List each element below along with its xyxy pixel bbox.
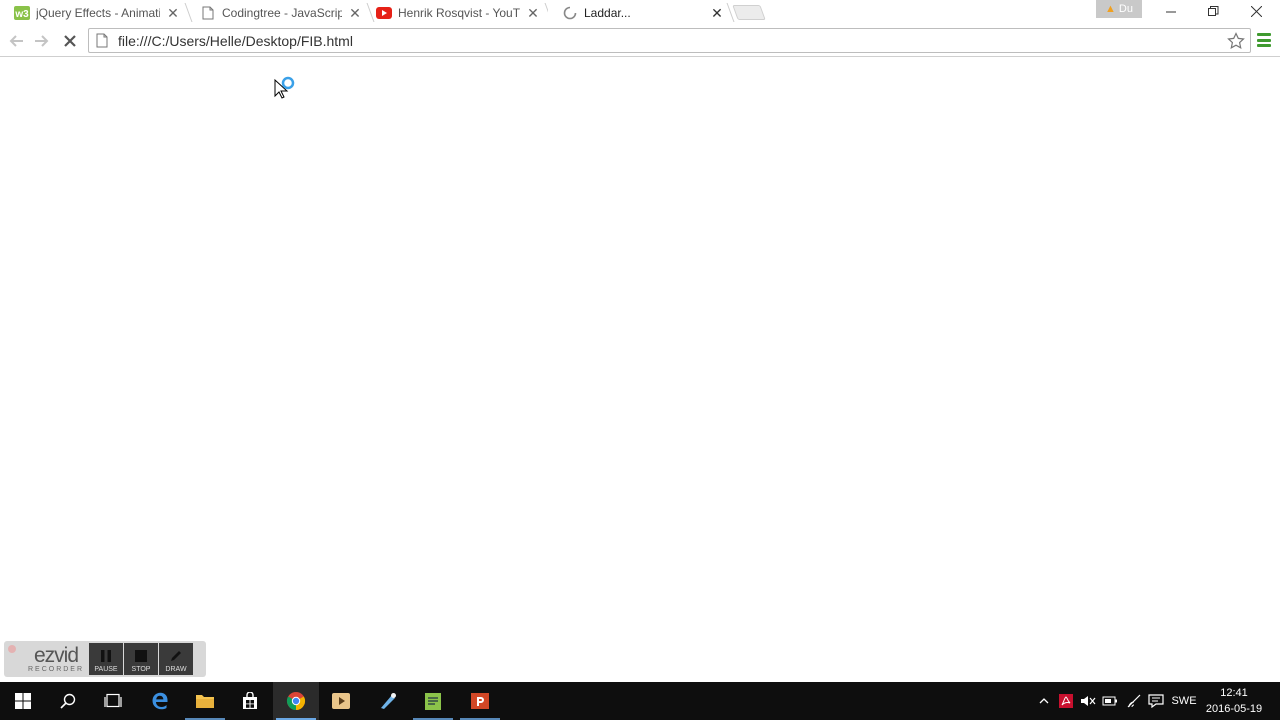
new-tab-button[interactable] (732, 5, 766, 20)
taskbar-edge[interactable] (137, 682, 183, 720)
back-arrow-icon (9, 35, 23, 47)
address-bar[interactable] (88, 28, 1251, 53)
ezvid-stop-button[interactable]: STOP (124, 643, 158, 675)
record-indicator (8, 645, 16, 653)
url-input[interactable] (118, 32, 1226, 49)
tab-jquery-effects[interactable]: w3 jQuery Effects - Animation ✕ (0, 1, 186, 24)
menu-bar-icon (1257, 33, 1271, 36)
taskbar-notepad-plus[interactable] (410, 682, 456, 720)
youtube-icon (376, 5, 392, 21)
battery-icon (1102, 696, 1117, 706)
stop-square-icon (134, 648, 148, 664)
windows-logo-icon (15, 693, 31, 709)
windows-taskbar: SWE 12:41 2016-05-19 (0, 682, 1280, 720)
volume-muted-icon (1081, 696, 1096, 706)
svg-text:w3: w3 (14, 9, 29, 20)
tab-title: Codingtree - JavaScript and (222, 5, 342, 20)
powerpoint-icon (471, 693, 489, 709)
taskbar-store[interactable] (227, 682, 273, 720)
notifications-icon (1148, 694, 1164, 708)
close-tab-icon[interactable]: ✕ (348, 6, 362, 20)
page-viewport[interactable] (0, 58, 1280, 682)
loading-spinner-icon (562, 5, 578, 21)
tray-wifi[interactable] (1124, 682, 1144, 720)
taskbar-chrome[interactable] (273, 682, 319, 720)
tab-codingtree[interactable]: Codingtree - JavaScript and ✕ (186, 1, 368, 24)
stop-loading-button[interactable] (59, 30, 81, 52)
profile-name: Du (1118, 3, 1133, 15)
menu-bar-icon (1257, 38, 1271, 42)
warning-icon: ▲ (1105, 3, 1116, 15)
w3schools-icon: w3 (14, 5, 30, 21)
close-icon (1250, 5, 1262, 17)
tray-acrobat[interactable] (1056, 682, 1076, 720)
close-tab-icon[interactable]: ✕ (526, 6, 540, 20)
store-icon (243, 692, 257, 709)
tab-youtube[interactable]: Henrik Rosqvist - YouTube ✕ (362, 1, 546, 24)
forward-arrow-icon (35, 35, 49, 47)
folder-icon (196, 695, 214, 708)
close-tab-icon[interactable]: ✕ (166, 6, 180, 20)
tab-active-loading[interactable]: Laddar... ✕ (548, 1, 730, 24)
show-hidden-icons-button[interactable] (1034, 682, 1054, 720)
input-language[interactable]: SWE (1168, 682, 1200, 720)
notepad-plus-icon (425, 693, 441, 710)
restore-icon (1207, 5, 1218, 16)
search-icon (60, 693, 76, 709)
pause-icon (99, 648, 113, 664)
bookmark-star-icon[interactable] (1226, 31, 1246, 51)
taskbar-app-tool[interactable] (365, 682, 411, 720)
tab-title: Laddar... (584, 5, 631, 20)
edge-icon (152, 692, 168, 710)
search-button[interactable] (45, 682, 91, 720)
tray-volume-muted[interactable] (1078, 682, 1098, 720)
menu-bar-icon (1257, 44, 1271, 47)
clock-date: 2016-05-19 (1205, 703, 1263, 715)
task-view-icon (104, 693, 122, 708)
tray-action-center[interactable] (1146, 682, 1166, 720)
tool-app-icon (381, 693, 396, 709)
forward-button[interactable] (31, 30, 53, 52)
chrome-menu-button[interactable] (1256, 32, 1272, 48)
ezvid-logo: ezvid RECORDER (27, 644, 85, 673)
browser-toolbar (0, 24, 1280, 57)
ezvid-draw-button[interactable]: DRAW (159, 643, 193, 675)
minimize-button[interactable] (1150, 0, 1192, 22)
restore-button[interactable] (1192, 0, 1234, 22)
stop-icon (64, 35, 76, 47)
ezvid-recorder-widget: ezvid RECORDER PAUSE STOP DRAW (4, 641, 206, 677)
clock-time: 12:41 (1220, 687, 1248, 699)
tray-battery[interactable] (1100, 682, 1120, 720)
start-button[interactable] (0, 682, 46, 720)
tab-strip: w3 jQuery Effects - Animation ✕ Codingtr… (0, 0, 1280, 24)
taskbar-clock[interactable]: 12:41 2016-05-19 (1204, 685, 1264, 717)
taskbar-powerpoint[interactable] (457, 682, 503, 720)
profile-badge[interactable]: ▲ Du (1096, 0, 1142, 18)
pencil-icon (169, 648, 183, 664)
task-view-button[interactable] (90, 682, 136, 720)
taskbar-media-player[interactable] (318, 682, 364, 720)
tab-title: Henrik Rosqvist - YouTube (398, 5, 520, 20)
acrobat-icon (1059, 694, 1073, 708)
ezvid-pause-button[interactable]: PAUSE (89, 643, 123, 675)
tab-title: jQuery Effects - Animation (36, 5, 160, 20)
taskbar-file-explorer[interactable] (182, 682, 228, 720)
minimize-icon (1165, 11, 1176, 12)
page-icon (96, 33, 110, 49)
wifi-icon (1127, 694, 1141, 708)
media-player-icon (332, 693, 350, 709)
busy-cursor-icon (274, 76, 298, 105)
close-tab-icon[interactable]: ✕ (710, 6, 724, 20)
chrome-icon (286, 692, 306, 710)
document-icon (200, 5, 216, 21)
back-button[interactable] (5, 30, 27, 52)
chevron-up-icon (1039, 698, 1049, 704)
close-window-button[interactable] (1235, 0, 1277, 22)
